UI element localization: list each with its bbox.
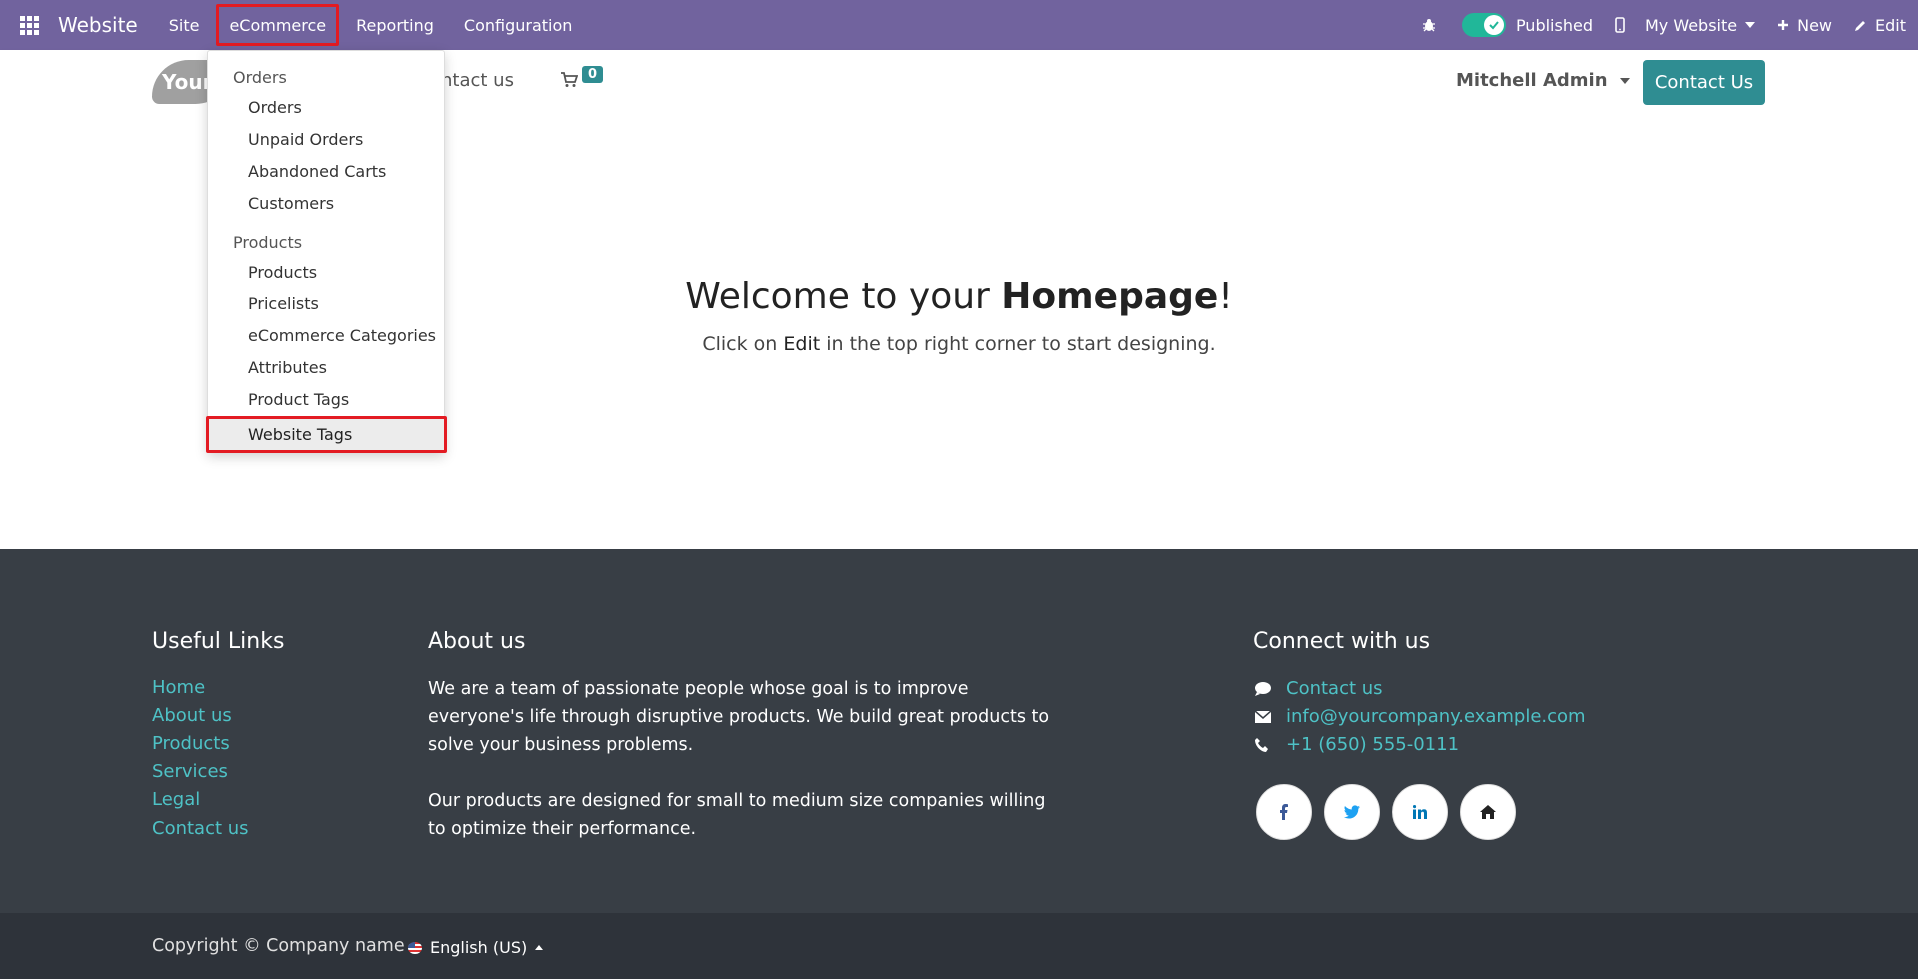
connect-contact-us[interactable]: Contact us (1254, 678, 1383, 699)
website-selector-label: My Website (1644, 15, 1738, 35)
dropdown-item-customers[interactable]: Customers (248, 194, 334, 213)
cart-link[interactable]: 0 (560, 66, 604, 88)
dropdown-header-orders: Orders (233, 68, 287, 87)
dropdown-item-attributes[interactable]: Attributes (248, 358, 327, 377)
us-flag-icon (408, 941, 422, 954)
new-button[interactable]: New (1777, 16, 1832, 35)
dropdown-item-unpaid-orders[interactable]: Unpaid Orders (248, 130, 363, 149)
chevron-up-icon (535, 945, 544, 950)
dropdown-item-pricelists[interactable]: Pricelists (248, 294, 319, 313)
facebook-icon[interactable] (1256, 784, 1312, 840)
envelope-icon (1254, 709, 1286, 724)
dropdown-header-products: Products (233, 233, 303, 252)
language-selector[interactable]: English (US) (408, 938, 544, 957)
menu-site[interactable]: Site (154, 0, 215, 50)
connect-title: Connect with us (1253, 629, 1431, 654)
home-icon[interactable] (1460, 784, 1516, 840)
chevron-down-icon (1745, 22, 1756, 28)
admin-navbar: Website Site eCommerce Reporting Configu… (0, 0, 1918, 50)
footer-link-contact-us[interactable]: Contact us (152, 818, 249, 839)
published-label: Published (1515, 15, 1593, 35)
language-label: English (US) (430, 938, 528, 957)
cart-count-badge: 0 (582, 66, 604, 83)
check-icon (1483, 15, 1504, 35)
debug-bug-icon[interactable] (1410, 0, 1448, 50)
plus-icon (1778, 20, 1789, 30)
comment-icon (1254, 681, 1286, 697)
contact-us-button[interactable]: Contact Us (1643, 60, 1765, 105)
about-us-text: We are a team of passionate people whose… (428, 679, 1050, 839)
app-name[interactable]: Website (58, 13, 138, 37)
mobile-icon (1615, 17, 1625, 33)
website-tags-label: Website Tags (248, 425, 353, 444)
connect-phone[interactable]: +1 (650) 555-0111 (1254, 734, 1459, 755)
edit-label: Edit (1875, 15, 1906, 35)
footer-link-home[interactable]: Home (152, 677, 205, 698)
user-menu[interactable]: Mitchell Admin (1456, 70, 1630, 91)
footer-link-services[interactable]: Services (152, 761, 228, 782)
dropdown-item-ecommerce-categories[interactable]: eCommerce Categories (248, 326, 436, 345)
footer-link-about-us[interactable]: About us (152, 705, 232, 726)
menu-reporting[interactable]: Reporting (341, 0, 449, 50)
about-us-title: About us (428, 629, 526, 654)
footer-link-legal[interactable]: Legal (152, 789, 200, 810)
dropdown-item-orders[interactable]: Orders (248, 98, 302, 117)
footer-link-products[interactable]: Products (152, 733, 230, 754)
dropdown-item-website-tags[interactable]: Website Tags (206, 416, 447, 453)
website-selector[interactable]: My Website (1615, 15, 1756, 35)
user-name: Mitchell Admin (1456, 70, 1608, 91)
connect-contact-label: Contact us (1286, 678, 1383, 699)
dropdown-item-product-tags[interactable]: Product Tags (248, 390, 349, 409)
new-label: New (1797, 15, 1833, 35)
edit-button[interactable]: Edit (1854, 16, 1906, 35)
apps-menu-icon[interactable] (0, 0, 58, 50)
connect-email[interactable]: info@yourcompany.example.com (1254, 706, 1586, 727)
phone-icon (1254, 737, 1286, 753)
shopping-cart-icon (561, 72, 578, 87)
published-toggle[interactable] (1461, 13, 1506, 37)
copyright-bar: Copyright © Company name English (US) (0, 913, 1918, 979)
linkedin-icon[interactable] (1392, 784, 1448, 840)
menu-configuration[interactable]: Configuration (449, 0, 588, 50)
connect-email-label: info@yourcompany.example.com (1286, 706, 1586, 727)
dropdown-item-abandoned-carts[interactable]: Abandoned Carts (248, 162, 386, 181)
copyright-text: Copyright © Company name (152, 936, 405, 956)
twitter-icon[interactable] (1324, 784, 1380, 840)
chevron-down-icon (1619, 77, 1630, 84)
useful-links-title: Useful Links (152, 629, 285, 654)
dropdown-item-products[interactable]: Products (248, 263, 317, 282)
connect-phone-label: +1 (650) 555-0111 (1286, 734, 1460, 755)
ecommerce-dropdown-menu: Orders Orders Unpaid Orders Abandoned Ca… (206, 50, 447, 453)
menu-ecommerce[interactable]: eCommerce (214, 0, 341, 50)
pencil-icon (1855, 20, 1866, 31)
footer: Useful Links Home About us Products Serv… (0, 549, 1918, 913)
